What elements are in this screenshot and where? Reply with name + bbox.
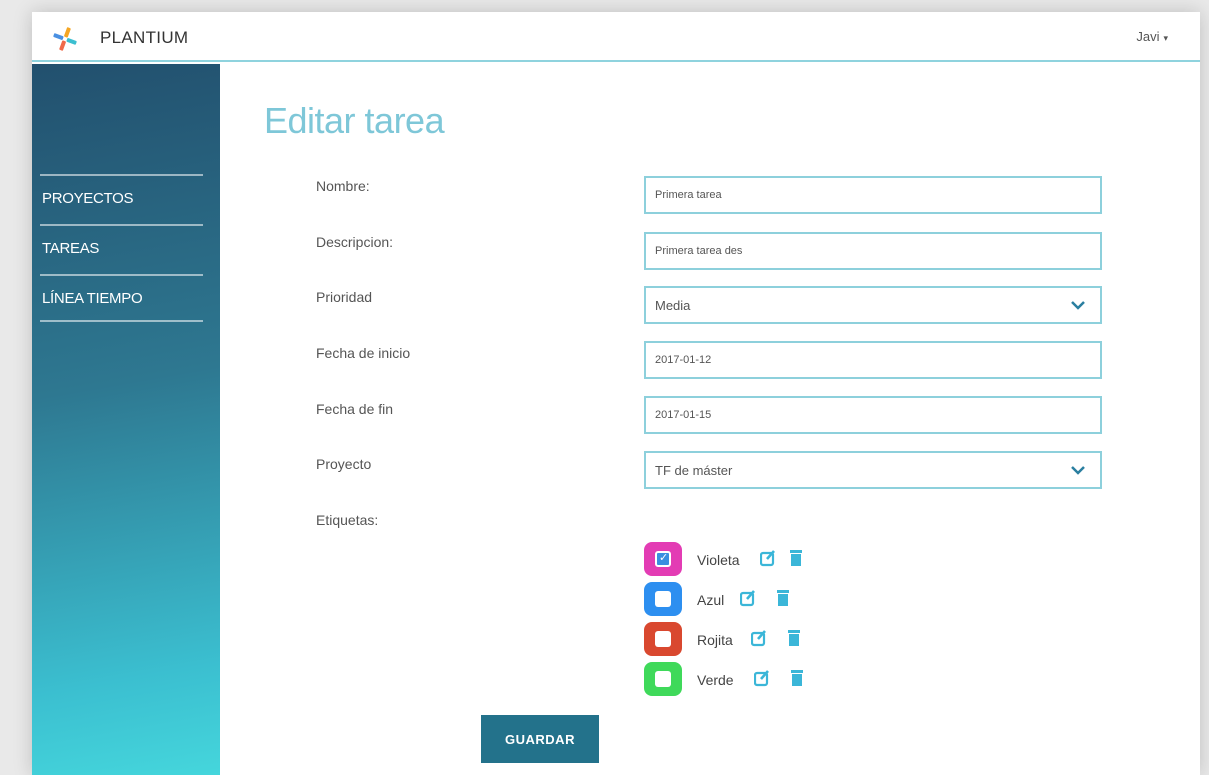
page-title: Editar tarea [264,100,445,141]
proyecto-value: TF de máster [655,463,733,478]
fecha-inicio-input[interactable]: 2017-01-12 [644,341,1102,379]
nombre-label: Nombre: [316,178,370,194]
chevron-down-icon [1071,301,1085,310]
tag-name: Azul [697,592,725,608]
edit-icon[interactable] [754,669,770,687]
descripcion-label: Descripcion: [316,234,394,250]
nombre-input[interactable]: Primera tarea [644,176,1102,214]
sidebar-nav: PROYECTOS TAREAS LÍNEA TIEMPO [40,174,203,322]
tag-name: Rojita [697,632,733,648]
trash-icon[interactable] [775,589,791,607]
tag-name: Verde [697,672,734,688]
proyecto-label: Proyecto [316,456,372,472]
fecha-fin-label: Fecha de fin [316,401,394,417]
tag-checkbox-azul[interactable] [644,582,682,616]
plantium-logo-icon[interactable] [52,26,78,52]
tag-checkbox-verde[interactable] [644,662,682,696]
prioridad-value: Media [655,298,691,313]
user-name: Javi [1136,29,1160,44]
fecha-fin-input[interactable]: 2017-01-15 [644,396,1102,434]
trash-icon[interactable] [789,669,805,687]
tag-checkbox-violeta[interactable] [644,542,682,576]
descripcion-input[interactable]: Primera tarea des [644,232,1102,270]
chevron-down-icon [1071,466,1085,475]
prioridad-select[interactable]: Media [644,286,1102,324]
brand-name[interactable]: PLANTIUM [100,28,188,48]
save-button[interactable]: GUARDAR [481,715,599,763]
user-menu[interactable]: Javi ▾ [1136,29,1168,44]
app-window: PLANTIUM Javi ▾ PROYECTOS TAREAS LÍNEA TI… [32,12,1200,775]
etiquetas-label: Etiquetas: [316,512,379,528]
edit-icon[interactable] [760,549,776,567]
trash-icon[interactable] [788,549,804,567]
sidebar-item-tareas[interactable]: TAREAS [40,224,203,274]
sidebar-item-linea-tiempo[interactable]: LÍNEA TIEMPO [40,274,203,322]
prioridad-label: Prioridad [316,289,373,305]
top-navbar: PLANTIUM Javi ▾ [32,12,1200,62]
sidebar: PROYECTOS TAREAS LÍNEA TIEMPO [32,64,220,775]
trash-icon[interactable] [786,629,802,647]
fecha-inicio-label: Fecha de inicio [316,345,411,361]
tag-name: Violeta [697,552,740,568]
proyecto-select[interactable]: TF de máster [644,451,1102,489]
sidebar-item-proyectos[interactable]: PROYECTOS [40,174,203,224]
edit-icon[interactable] [751,629,767,647]
caret-down-icon: ▾ [1163,33,1168,43]
tag-checkbox-rojita[interactable] [644,622,682,656]
edit-icon[interactable] [740,589,756,607]
